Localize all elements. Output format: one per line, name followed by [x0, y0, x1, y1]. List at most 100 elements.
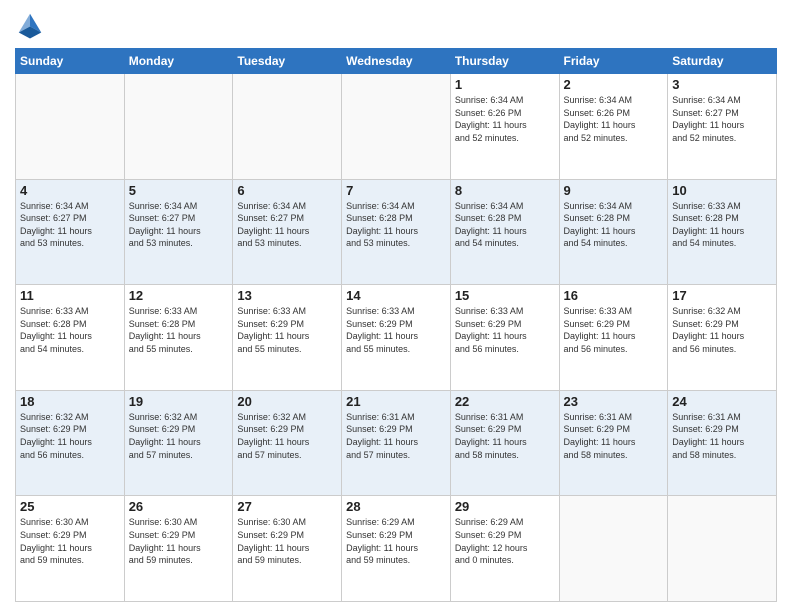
calendar-cell: 8 Sunrise: 6:34 AMSunset: 6:28 PMDaylight…: [450, 179, 559, 285]
day-number: 7: [346, 183, 446, 198]
calendar-week-row: 18 Sunrise: 6:32 AMSunset: 6:29 PMDayligh…: [16, 390, 777, 496]
day-number: 4: [20, 183, 120, 198]
day-info: Sunrise: 6:34 AMSunset: 6:27 PMDaylight:…: [237, 200, 337, 250]
calendar-header-friday: Friday: [559, 49, 668, 74]
calendar-cell: 18 Sunrise: 6:32 AMSunset: 6:29 PMDayligh…: [16, 390, 125, 496]
calendar-cell: 12 Sunrise: 6:33 AMSunset: 6:28 PMDayligh…: [124, 285, 233, 391]
day-number: 14: [346, 288, 446, 303]
day-number: 5: [129, 183, 229, 198]
day-number: 10: [672, 183, 772, 198]
calendar-header-wednesday: Wednesday: [342, 49, 451, 74]
day-info: Sunrise: 6:34 AMSunset: 6:28 PMDaylight:…: [455, 200, 555, 250]
calendar-cell: 29 Sunrise: 6:29 AMSunset: 6:29 PMDayligh…: [450, 496, 559, 602]
day-info: Sunrise: 6:31 AMSunset: 6:29 PMDaylight:…: [455, 411, 555, 461]
calendar-cell: 21 Sunrise: 6:31 AMSunset: 6:29 PMDayligh…: [342, 390, 451, 496]
day-number: 8: [455, 183, 555, 198]
day-number: 25: [20, 499, 120, 514]
day-number: 23: [564, 394, 664, 409]
day-info: Sunrise: 6:32 AMSunset: 6:29 PMDaylight:…: [129, 411, 229, 461]
day-info: Sunrise: 6:33 AMSunset: 6:28 PMDaylight:…: [672, 200, 772, 250]
day-info: Sunrise: 6:34 AMSunset: 6:28 PMDaylight:…: [346, 200, 446, 250]
calendar-cell: 1 Sunrise: 6:34 AMSunset: 6:26 PMDaylight…: [450, 74, 559, 180]
day-info: Sunrise: 6:34 AMSunset: 6:27 PMDaylight:…: [672, 94, 772, 144]
day-info: Sunrise: 6:31 AMSunset: 6:29 PMDaylight:…: [346, 411, 446, 461]
header: [15, 10, 777, 40]
calendar-week-row: 4 Sunrise: 6:34 AMSunset: 6:27 PMDaylight…: [16, 179, 777, 285]
day-info: Sunrise: 6:33 AMSunset: 6:28 PMDaylight:…: [129, 305, 229, 355]
day-number: 17: [672, 288, 772, 303]
calendar-cell: 24 Sunrise: 6:31 AMSunset: 6:29 PMDayligh…: [668, 390, 777, 496]
calendar-cell: [668, 496, 777, 602]
day-number: 29: [455, 499, 555, 514]
day-info: Sunrise: 6:33 AMSunset: 6:29 PMDaylight:…: [346, 305, 446, 355]
day-info: Sunrise: 6:31 AMSunset: 6:29 PMDaylight:…: [672, 411, 772, 461]
day-number: 13: [237, 288, 337, 303]
calendar-cell: 5 Sunrise: 6:34 AMSunset: 6:27 PMDaylight…: [124, 179, 233, 285]
calendar-cell: 22 Sunrise: 6:31 AMSunset: 6:29 PMDayligh…: [450, 390, 559, 496]
calendar-cell: 20 Sunrise: 6:32 AMSunset: 6:29 PMDayligh…: [233, 390, 342, 496]
day-number: 22: [455, 394, 555, 409]
day-number: 1: [455, 77, 555, 92]
calendar-week-row: 1 Sunrise: 6:34 AMSunset: 6:26 PMDaylight…: [16, 74, 777, 180]
day-number: 3: [672, 77, 772, 92]
calendar-header-sunday: Sunday: [16, 49, 125, 74]
day-number: 26: [129, 499, 229, 514]
day-info: Sunrise: 6:29 AMSunset: 6:29 PMDaylight:…: [455, 516, 555, 566]
calendar-week-row: 11 Sunrise: 6:33 AMSunset: 6:28 PMDayligh…: [16, 285, 777, 391]
calendar-cell: 7 Sunrise: 6:34 AMSunset: 6:28 PMDaylight…: [342, 179, 451, 285]
calendar-cell: [342, 74, 451, 180]
calendar-header-row: SundayMondayTuesdayWednesdayThursdayFrid…: [16, 49, 777, 74]
calendar-cell: 11Sunrise: 6:33 AMSunset: 6:28 PMDayligh…: [16, 285, 125, 391]
day-info: Sunrise: 6:30 AMSunset: 6:29 PMDaylight:…: [129, 516, 229, 566]
calendar-cell: [233, 74, 342, 180]
calendar-cell: 23Sunrise: 6:31 AMSunset: 6:29 PMDayligh…: [559, 390, 668, 496]
calendar-header-tuesday: Tuesday: [233, 49, 342, 74]
calendar-cell: 3 Sunrise: 6:34 AMSunset: 6:27 PMDaylight…: [668, 74, 777, 180]
calendar-cell: 26 Sunrise: 6:30 AMSunset: 6:29 PMDayligh…: [124, 496, 233, 602]
day-info: Sunrise: 6:34 AMSunset: 6:26 PMDaylight:…: [455, 94, 555, 144]
day-info: Sunrise: 6:32 AMSunset: 6:29 PMDaylight:…: [237, 411, 337, 461]
day-info: Sunrise: 6:32 AMSunset: 6:29 PMDaylight:…: [20, 411, 120, 461]
day-number: 18: [20, 394, 120, 409]
day-info: Sunrise: 6:32 AMSunset: 6:29 PMDaylight:…: [672, 305, 772, 355]
day-info: Sunrise: 6:34 AMSunset: 6:27 PMDaylight:…: [129, 200, 229, 250]
calendar-cell: [124, 74, 233, 180]
calendar-header-monday: Monday: [124, 49, 233, 74]
day-info: Sunrise: 6:33 AMSunset: 6:29 PMDaylight:…: [455, 305, 555, 355]
day-number: 24: [672, 394, 772, 409]
calendar-cell: 6 Sunrise: 6:34 AMSunset: 6:27 PMDaylight…: [233, 179, 342, 285]
logo-icon: [15, 10, 45, 40]
calendar-table: SundayMondayTuesdayWednesdayThursdayFrid…: [15, 48, 777, 602]
day-number: 11: [20, 288, 120, 303]
day-number: 6: [237, 183, 337, 198]
day-info: Sunrise: 6:34 AMSunset: 6:26 PMDaylight:…: [564, 94, 664, 144]
calendar-cell: 13 Sunrise: 6:33 AMSunset: 6:29 PMDayligh…: [233, 285, 342, 391]
day-number: 9: [564, 183, 664, 198]
day-info: Sunrise: 6:33 AMSunset: 6:29 PMDaylight:…: [564, 305, 664, 355]
calendar-cell: 16 Sunrise: 6:33 AMSunset: 6:29 PMDayligh…: [559, 285, 668, 391]
calendar-cell: 19Sunrise: 6:32 AMSunset: 6:29 PMDayligh…: [124, 390, 233, 496]
calendar-header-saturday: Saturday: [668, 49, 777, 74]
calendar-cell: 14 Sunrise: 6:33 AMSunset: 6:29 PMDayligh…: [342, 285, 451, 391]
calendar-cell: 27 Sunrise: 6:30 AMSunset: 6:29 PMDayligh…: [233, 496, 342, 602]
calendar-cell: 25 Sunrise: 6:30 AMSunset: 6:29 PMDayligh…: [16, 496, 125, 602]
day-info: Sunrise: 6:30 AMSunset: 6:29 PMDaylight:…: [237, 516, 337, 566]
calendar-cell: 10 Sunrise: 6:33 AMSunset: 6:28 PMDayligh…: [668, 179, 777, 285]
calendar-cell: [559, 496, 668, 602]
day-number: 27: [237, 499, 337, 514]
day-info: Sunrise: 6:30 AMSunset: 6:29 PMDaylight:…: [20, 516, 120, 566]
day-info: Sunrise: 6:29 AMSunset: 6:29 PMDaylight:…: [346, 516, 446, 566]
day-number: 12: [129, 288, 229, 303]
calendar-week-row: 25 Sunrise: 6:30 AMSunset: 6:29 PMDayligh…: [16, 496, 777, 602]
day-number: 20: [237, 394, 337, 409]
calendar-cell: 4Sunrise: 6:34 AMSunset: 6:27 PMDaylight…: [16, 179, 125, 285]
day-number: 21: [346, 394, 446, 409]
day-number: 16: [564, 288, 664, 303]
day-info: Sunrise: 6:33 AMSunset: 6:29 PMDaylight:…: [237, 305, 337, 355]
calendar-cell: 9 Sunrise: 6:34 AMSunset: 6:28 PMDaylight…: [559, 179, 668, 285]
logo: [15, 10, 49, 40]
calendar-cell: 17 Sunrise: 6:32 AMSunset: 6:29 PMDayligh…: [668, 285, 777, 391]
day-info: Sunrise: 6:34 AMSunset: 6:28 PMDaylight:…: [564, 200, 664, 250]
page: SundayMondayTuesdayWednesdayThursdayFrid…: [0, 0, 792, 612]
calendar-cell: 28Sunrise: 6:29 AMSunset: 6:29 PMDayligh…: [342, 496, 451, 602]
